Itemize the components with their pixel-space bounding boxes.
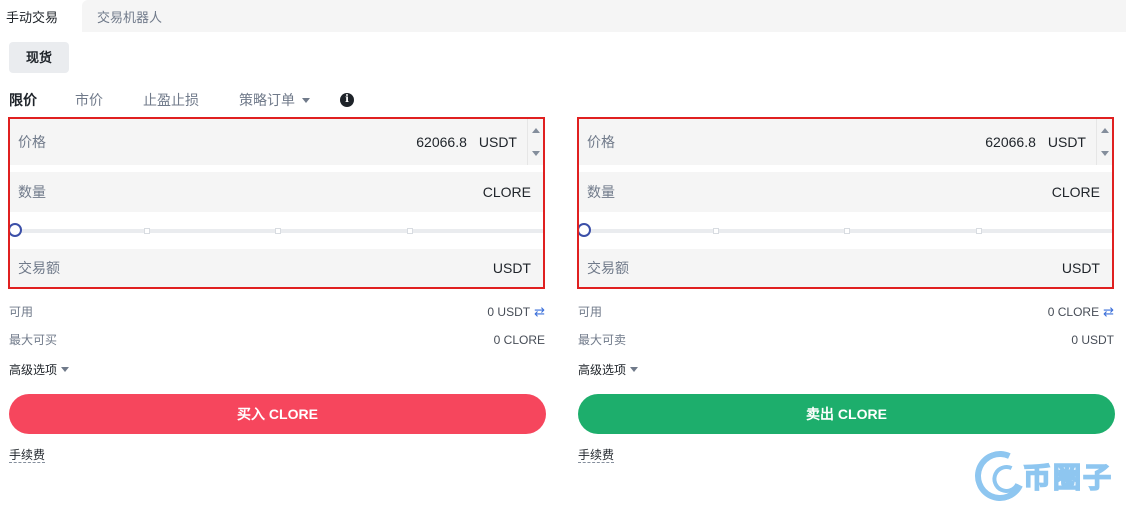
sell-quantity-input[interactable]: 数量 CLORE (579, 172, 1112, 212)
slider-tick[interactable] (713, 228, 719, 234)
buy-max-value: 0 CLORE (493, 332, 545, 347)
sell-price-stepper[interactable] (1096, 119, 1112, 165)
sell-button[interactable]: 卖出 CLORE (578, 394, 1115, 434)
watermark: 币圈子 (967, 443, 1125, 506)
tab-market[interactable]: 市价 (75, 90, 103, 110)
spot-button[interactable]: 现货 (9, 42, 69, 73)
sell-advanced-label: 高级选项 (578, 363, 627, 377)
sell-qty-unit: CLORE (1051, 184, 1100, 200)
tab-limit[interactable]: 限价 (9, 90, 37, 110)
caret-down-icon (302, 97, 310, 103)
sell-qty-label: 数量 (587, 184, 615, 200)
info-icon[interactable]: i (340, 93, 354, 107)
tab-tp-sl[interactable]: 止盈止损 (143, 90, 199, 110)
stepper-down-icon[interactable] (528, 142, 543, 165)
slider-tick[interactable] (144, 228, 150, 234)
stepper-up-icon[interactable] (528, 119, 543, 142)
sell-total-label: 交易额 (587, 260, 629, 276)
sell-available-row: 可用 0 CLORE ⇄ (578, 303, 1114, 320)
buy-qty-unit: CLORE (482, 184, 531, 200)
slider-tick[interactable] (844, 228, 850, 234)
tab-strategy-order[interactable]: 策略订单 (239, 90, 310, 110)
slider-tick[interactable] (407, 228, 413, 234)
sell-max-label: 最大可卖 (578, 333, 627, 347)
watermark-text: 币圈子 (1022, 461, 1114, 494)
buy-price-stepper[interactable] (527, 119, 543, 165)
sell-total-input[interactable]: 交易额 USDT (579, 249, 1112, 287)
sell-price-value: 62066.8 (985, 134, 1036, 150)
swap-arrows-icon[interactable]: ⇄ (534, 304, 545, 320)
buy-total-input[interactable]: 交易额 USDT (10, 249, 543, 287)
buy-price-value: 62066.8 (416, 134, 467, 150)
buy-amount-slider[interactable] (8, 223, 543, 239)
caret-down-icon (630, 367, 639, 372)
slider-knob[interactable] (577, 223, 591, 237)
tab-trading-bot-label: 交易机器人 (97, 10, 163, 25)
buy-advanced-label: 高级选项 (9, 363, 58, 377)
tab-manual-trading[interactable]: 手动交易 (0, 0, 82, 32)
sell-available-label: 可用 (578, 305, 603, 319)
buy-total-unit: USDT (492, 260, 531, 276)
sell-max-row: 最大可卖 0 USDT (578, 331, 1114, 348)
sell-total-unit: USDT (1061, 260, 1100, 276)
buy-price-label: 价格 (18, 134, 46, 150)
slider-tick[interactable] (976, 228, 982, 234)
buy-quantity-input[interactable]: 数量 CLORE (10, 172, 543, 212)
sell-amount-slider[interactable] (577, 223, 1112, 239)
caret-down-icon (61, 367, 70, 372)
buy-available-label: 可用 (9, 305, 34, 319)
sell-advanced-options[interactable]: 高级选项 (578, 361, 639, 378)
buy-fee-link[interactable]: 手续费 (9, 448, 46, 463)
buy-max-label: 最大可买 (9, 333, 58, 347)
buy-price-input[interactable]: 价格 62066.8 USDT (10, 119, 543, 165)
buy-available-row: 可用 0 USDT ⇄ (9, 303, 545, 320)
buy-available-value: 0 USDT (487, 304, 531, 319)
buy-button[interactable]: 买入 CLORE (9, 394, 546, 434)
tab-trading-bot[interactable]: 交易机器人 (82, 0, 1126, 32)
stepper-down-icon[interactable] (1097, 142, 1112, 165)
order-type-tabs: 限价 市价 止盈止损 策略订单 i (9, 90, 354, 110)
slider-tick[interactable] (275, 228, 281, 234)
sell-price-label: 价格 (587, 134, 615, 150)
stepper-up-icon[interactable] (1097, 119, 1112, 142)
sell-max-value: 0 USDT (1071, 332, 1114, 347)
sell-fee-link[interactable]: 手续费 (578, 448, 615, 463)
buy-max-row: 最大可买 0 CLORE (9, 331, 545, 348)
sell-price-input[interactable]: 价格 62066.8 USDT (579, 119, 1112, 165)
buy-advanced-options[interactable]: 高级选项 (9, 361, 70, 378)
top-tabs: 手动交易 交易机器人 (0, 0, 1126, 32)
sell-available-value: 0 CLORE (1047, 304, 1100, 319)
tab-strategy-label: 策略订单 (239, 92, 295, 108)
buy-total-label: 交易额 (18, 260, 60, 276)
buy-qty-label: 数量 (18, 184, 46, 200)
swap-arrows-icon[interactable]: ⇄ (1103, 304, 1114, 320)
watermark-logo-icon (967, 443, 1033, 506)
slider-knob[interactable] (8, 223, 22, 237)
